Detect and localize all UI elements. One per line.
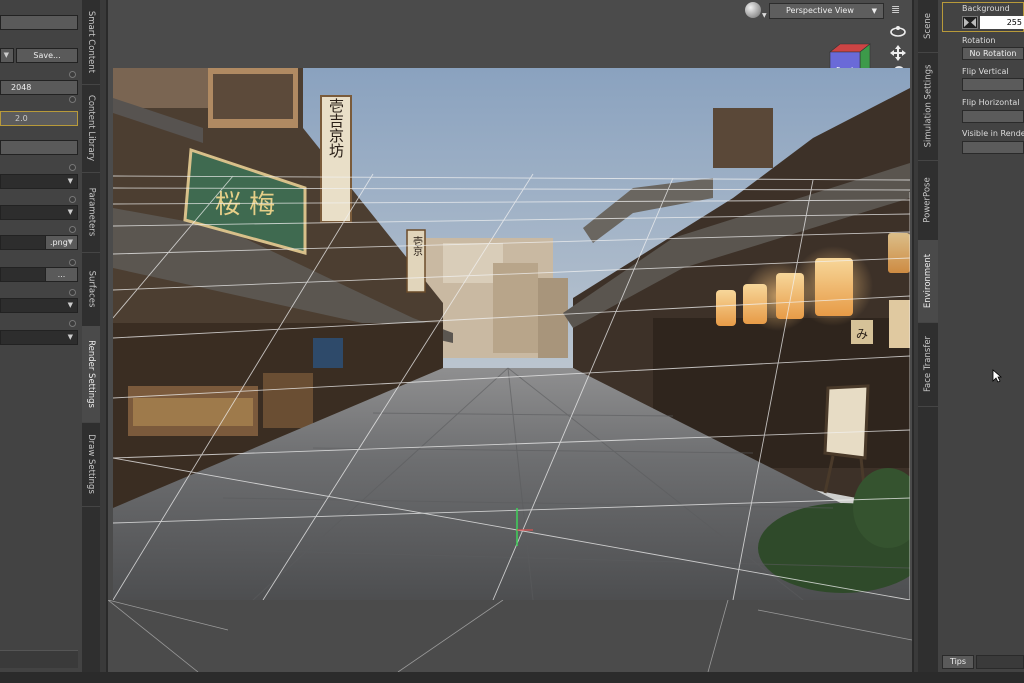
lantern-text: み bbox=[856, 327, 868, 341]
render-mode-dropdown[interactable]: ▼ bbox=[0, 174, 78, 189]
tab-powerpose[interactable]: PowerPose bbox=[918, 160, 938, 241]
rotation-label: Rotation bbox=[962, 36, 996, 45]
tab-smart-content[interactable]: Smart Content bbox=[82, 0, 100, 85]
dimension-field[interactable]: 2048 bbox=[0, 80, 78, 95]
mouse-cursor-icon bbox=[992, 369, 1002, 383]
left-tab-strip: Smart Content Content Library Parameters… bbox=[82, 0, 100, 672]
shop-sign-text: 桜 梅 bbox=[215, 190, 275, 220]
pin-icon[interactable] bbox=[69, 71, 76, 78]
render-target-dropdown[interactable]: ▼ bbox=[0, 205, 78, 220]
pin-icon[interactable] bbox=[69, 289, 76, 296]
pin-icon[interactable] bbox=[69, 226, 76, 233]
flip-horizontal-label: Flip Horizontal bbox=[962, 98, 1020, 107]
preset-dropdown[interactable]: ▼ bbox=[0, 48, 14, 63]
pin-icon[interactable] bbox=[69, 196, 76, 203]
background-label: Background bbox=[962, 4, 1010, 13]
tab-face-transfer[interactable]: Face Transfer bbox=[918, 322, 938, 407]
pin-icon[interactable] bbox=[69, 259, 76, 266]
right-panel: Background 255 Rotation No Rotation Flip… bbox=[938, 0, 1024, 672]
scale-field[interactable]: 2.0 bbox=[0, 111, 78, 126]
tab-environment[interactable]: Environment bbox=[918, 240, 938, 323]
lantern bbox=[815, 258, 853, 316]
viewport-grid-extension bbox=[108, 600, 912, 672]
status-bar bbox=[0, 672, 1024, 683]
tips-bar bbox=[976, 655, 1024, 669]
render-preview: 桜 梅 壱吉京坊 壱京 み bbox=[113, 68, 910, 600]
browse-button[interactable]: ... bbox=[45, 267, 78, 282]
chevron-down-icon: ▼ bbox=[67, 333, 73, 341]
flip-vertical-label: Flip Vertical bbox=[962, 67, 1009, 76]
draw-style-icon[interactable] bbox=[745, 2, 761, 18]
flip-vertical-field[interactable] bbox=[962, 78, 1024, 91]
option-dropdown-2[interactable]: ▼ bbox=[0, 330, 78, 345]
pin-icon[interactable] bbox=[69, 320, 76, 327]
chevron-down-icon: ▼ bbox=[762, 12, 767, 19]
right-tab-strip: Scene Simulation Settings PowerPose Envi… bbox=[918, 0, 938, 672]
color-swatch-icon[interactable] bbox=[962, 16, 978, 29]
tab-parameters[interactable]: Parameters bbox=[82, 172, 100, 253]
pin-icon[interactable] bbox=[69, 96, 76, 103]
tips-tab[interactable]: Tips bbox=[942, 655, 974, 669]
visible-in-render-label: Visible in Render bbox=[962, 129, 1024, 138]
tab-content-library[interactable]: Content Library bbox=[82, 84, 100, 173]
chevron-down-icon: ▼ bbox=[67, 238, 73, 246]
chevron-down-icon: ▼ bbox=[67, 177, 73, 185]
rotation-field[interactable]: No Rotation bbox=[962, 47, 1024, 60]
chevron-down-icon: ▼ bbox=[3, 51, 9, 59]
orbit-icon[interactable] bbox=[890, 26, 906, 37]
vertical-sign-text: 壱吉京坊 bbox=[327, 98, 345, 159]
option-dropdown-1[interactable]: ▼ bbox=[0, 298, 78, 313]
tab-scene[interactable]: Scene bbox=[918, 0, 938, 53]
tab-draw-settings[interactable]: Draw Settings bbox=[82, 422, 100, 507]
background-color-field[interactable]: 255 bbox=[980, 16, 1024, 29]
viewport-menu-icon[interactable]: ≣ bbox=[891, 3, 905, 17]
flip-horizontal-field[interactable] bbox=[962, 110, 1024, 123]
chevron-down-icon: ▼ bbox=[67, 208, 73, 216]
tab-surfaces[interactable]: Surfaces bbox=[82, 252, 100, 327]
left-panel: ▼ Save... 2048 2.0 ▼ ▼ .png ▼ ... ▼ ▼ bbox=[0, 0, 82, 672]
view-selector-dropdown[interactable]: Perspective View ▼ bbox=[769, 3, 884, 19]
preset-field[interactable] bbox=[0, 15, 78, 30]
visible-in-render-field[interactable] bbox=[962, 141, 1024, 154]
save-button[interactable]: Save... bbox=[16, 48, 78, 63]
setting-field[interactable] bbox=[0, 140, 78, 155]
pin-icon[interactable] bbox=[69, 164, 76, 171]
format-dropdown[interactable]: .png ▼ bbox=[45, 235, 78, 250]
tab-render-settings[interactable]: Render Settings bbox=[82, 326, 100, 423]
left-panel-footer bbox=[0, 650, 78, 668]
pan-icon[interactable] bbox=[890, 45, 906, 61]
swatch-arrows-icon bbox=[964, 18, 976, 27]
chevron-down-icon: ▼ bbox=[67, 301, 73, 309]
tab-simulation-settings[interactable]: Simulation Settings bbox=[918, 52, 938, 161]
chevron-down-icon: ▼ bbox=[871, 7, 877, 15]
